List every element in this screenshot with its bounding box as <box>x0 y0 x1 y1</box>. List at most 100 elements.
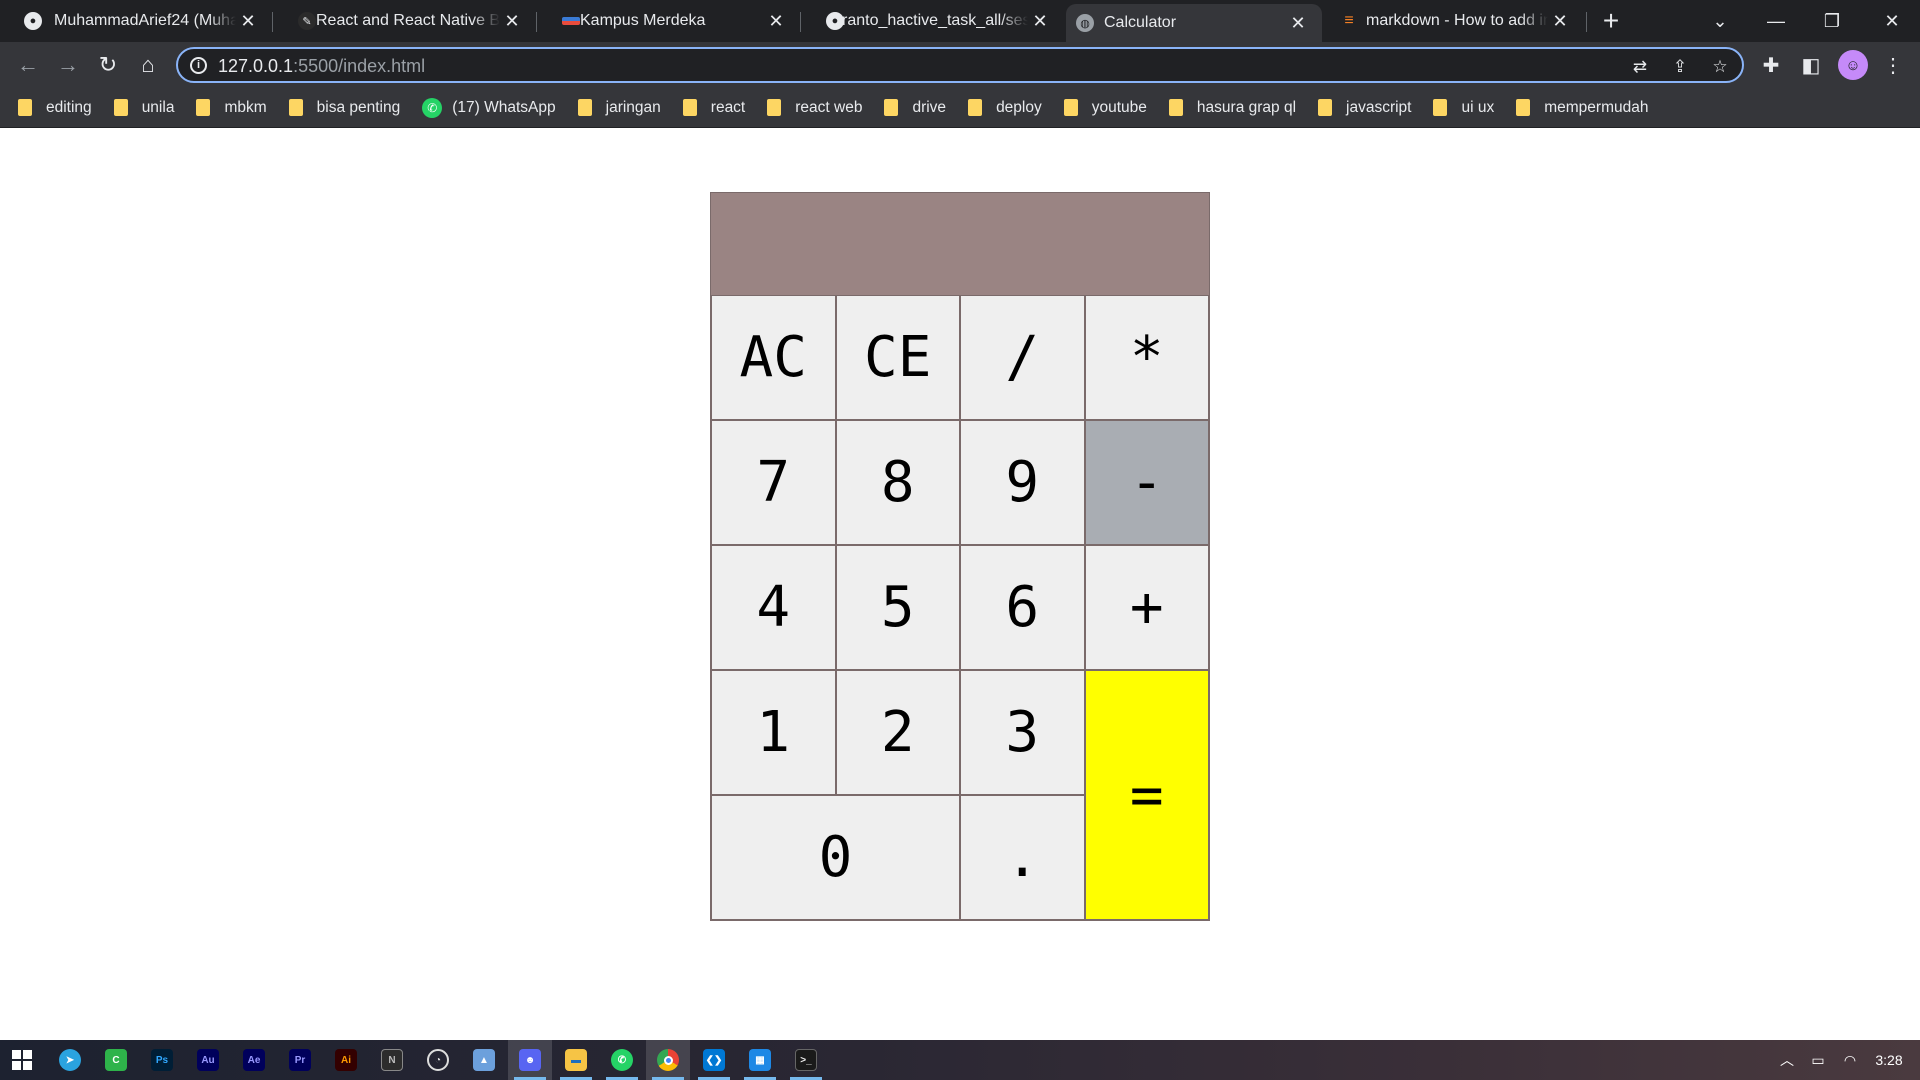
key-decimal[interactable]: . <box>960 795 1085 920</box>
taskbar-chrome[interactable] <box>646 1040 690 1080</box>
tab-markdown[interactable]: ≡ markdown - How to add im ✕ <box>1322 0 1584 42</box>
tab-muhammadarief24[interactable]: ● MuhammadArief24 (Muhammad ✕ <box>0 0 272 42</box>
close-icon[interactable]: ✕ <box>1030 11 1050 31</box>
calculator: AC CE / * 7 8 9 - 4 5 6 + 1 2 3 = 0 . <box>710 192 1210 921</box>
key-9[interactable]: 9 <box>960 420 1085 545</box>
battery-icon[interactable]: ▭ <box>1804 1040 1832 1080</box>
key-4[interactable]: 4 <box>711 545 836 670</box>
bookmark-editing[interactable]: editing <box>18 93 92 123</box>
home-button[interactable]: ⌂ <box>132 49 164 81</box>
tab-separator <box>536 12 537 32</box>
address-bar[interactable]: i 127.0.0.1:5500/index.html ⇄ ⇪ ☆ <box>176 47 1744 83</box>
close-icon[interactable]: ✕ <box>1550 11 1570 31</box>
new-tab-button[interactable]: + <box>1596 6 1626 36</box>
taskbar-calendar[interactable]: ▦ <box>738 1040 782 1080</box>
key-clear-entry[interactable]: CE <box>835 295 960 420</box>
close-icon[interactable]: ✕ <box>238 11 258 31</box>
bookmark-deploy[interactable]: deploy <box>968 93 1042 123</box>
bookmark-ui-ux[interactable]: ui ux <box>1433 93 1494 123</box>
address-url[interactable]: 127.0.0.1:5500/index.html <box>218 56 425 77</box>
taskbar-terminal[interactable]: >_ <box>784 1040 828 1080</box>
restore-button[interactable]: ❐ <box>1804 0 1860 42</box>
site-info-icon[interactable]: i <box>190 57 207 74</box>
taskbar-vscode[interactable]: ❮❯ <box>692 1040 736 1080</box>
taskbar-camtasia[interactable]: C <box>94 1040 138 1080</box>
key-7[interactable]: 7 <box>711 420 836 545</box>
tab-search-chevron-icon[interactable]: ⌄ <box>1692 0 1748 42</box>
camtasia-icon: C <box>105 1049 127 1071</box>
taskbar-telegram[interactable]: ➤ <box>48 1040 92 1080</box>
minimize-button[interactable]: — <box>1748 0 1804 42</box>
key-plus[interactable]: + <box>1084 545 1209 670</box>
tab-kampus-merdeka[interactable]: Kampus Merdeka ✕ <box>538 0 800 42</box>
calculator-display <box>711 193 1209 295</box>
key-equals[interactable]: = <box>1084 670 1209 920</box>
taskbar-obs[interactable]: ◔ <box>416 1040 460 1080</box>
translate-icon[interactable]: ⇄ <box>1628 55 1652 79</box>
share-icon[interactable]: ⇪ <box>1668 55 1692 79</box>
key-8[interactable]: 8 <box>835 420 960 545</box>
taskbar-premiere-pro[interactable]: Pr <box>278 1040 322 1080</box>
key-divide[interactable]: / <box>960 295 1085 420</box>
key-0[interactable]: 0 <box>711 795 960 920</box>
bookmark-unila[interactable]: unila <box>113 93 174 123</box>
bookmark-mbkm[interactable]: mbkm <box>196 93 267 123</box>
profile-avatar[interactable]: ☺ <box>1838 50 1868 80</box>
close-icon[interactable]: ✕ <box>766 11 786 31</box>
back-button[interactable]: ← <box>12 49 44 81</box>
key-1[interactable]: 1 <box>711 670 836 795</box>
bookmark-hasura[interactable]: hasura grap ql <box>1168 93 1297 123</box>
taskbar-illustrator[interactable]: Ai <box>324 1040 368 1080</box>
tray-overflow-chevron-icon[interactable]: ︿ <box>1774 1040 1800 1080</box>
bookmark-drive[interactable]: drive <box>884 93 946 123</box>
wifi-icon[interactable]: ◠ <box>1836 1040 1864 1080</box>
windows-start-button[interactable] <box>0 1040 44 1080</box>
bookmark-bisa-penting[interactable]: bisa penting <box>288 93 400 123</box>
bookmark-label: hasura grap ql <box>1196 98 1297 116</box>
bookmark-react-web[interactable]: react web <box>767 93 862 123</box>
taskbar-whatsapp[interactable]: ✆ <box>600 1040 644 1080</box>
tab-ranto-hactive[interactable]: ● ranto_hactive_task_all/sesi- ✕ <box>802 0 1064 42</box>
bookmark-mempermudah[interactable]: mempermudah <box>1516 93 1648 123</box>
bookmark-jaringan[interactable]: jaringan <box>577 93 661 123</box>
taskbar-file-explorer[interactable]: ▬ <box>554 1040 598 1080</box>
reload-button[interactable]: ↻ <box>92 49 124 81</box>
taskbar-after-effects[interactable]: Ae <box>232 1040 276 1080</box>
bookmark-whatsapp[interactable]: ✆ (17) WhatsApp <box>422 93 556 123</box>
tab-title: Calculator <box>1104 14 1177 31</box>
bookmark-star-icon[interactable]: ☆ <box>1708 55 1732 79</box>
side-panel-icon[interactable]: ◧ <box>1796 50 1826 80</box>
key-5[interactable]: 5 <box>835 545 960 670</box>
discord-icon: ☻ <box>519 1049 541 1071</box>
taskbar-photoshop[interactable]: Ps <box>140 1040 184 1080</box>
bookmark-javascript[interactable]: javascript <box>1318 93 1411 123</box>
bookmark-label: jaringan <box>605 98 661 116</box>
bookmark-youtube[interactable]: youtube <box>1063 93 1147 123</box>
calendar-icon: ▦ <box>749 1049 771 1071</box>
menu-kebab-icon[interactable]: ⋮ <box>1878 50 1908 80</box>
key-6[interactable]: 6 <box>960 545 1085 670</box>
extensions-puzzle-icon[interactable]: ✚ <box>1756 50 1786 80</box>
key-minus[interactable]: - <box>1084 420 1209 545</box>
folder-icon <box>1433 99 1448 116</box>
tab-calculator[interactable]: ◍ Calculator ✕ <box>1066 4 1322 42</box>
taskbar-audition[interactable]: Au <box>186 1040 230 1080</box>
browser-toolbar: ← → ↻ ⌂ i 127.0.0.1:5500/index.html ⇄ ⇪ … <box>0 42 1920 88</box>
key-3[interactable]: 3 <box>960 670 1085 795</box>
taskbar-notion[interactable]: N <box>370 1040 414 1080</box>
taskbar-photos[interactable]: ▲ <box>462 1040 506 1080</box>
close-icon[interactable]: ✕ <box>1288 13 1308 33</box>
key-2[interactable]: 2 <box>835 670 960 795</box>
bookmark-label: mempermudah <box>1544 98 1649 116</box>
close-window-button[interactable]: ✕ <box>1864 0 1920 42</box>
tab-react-native-basics[interactable]: ✎ React and React Native Basics ✕ <box>274 0 536 42</box>
bookmark-react[interactable]: react <box>682 93 745 123</box>
forward-button[interactable]: → <box>52 49 84 81</box>
taskbar-clock[interactable]: 3:28 <box>1866 1040 1912 1080</box>
key-all-clear[interactable]: AC <box>711 295 836 420</box>
close-icon[interactable]: ✕ <box>502 11 522 31</box>
taskbar-discord[interactable]: ☻ <box>508 1040 552 1080</box>
feather-icon: ✎ <box>298 12 316 30</box>
folder-icon <box>1063 99 1078 116</box>
key-multiply[interactable]: * <box>1084 295 1209 420</box>
